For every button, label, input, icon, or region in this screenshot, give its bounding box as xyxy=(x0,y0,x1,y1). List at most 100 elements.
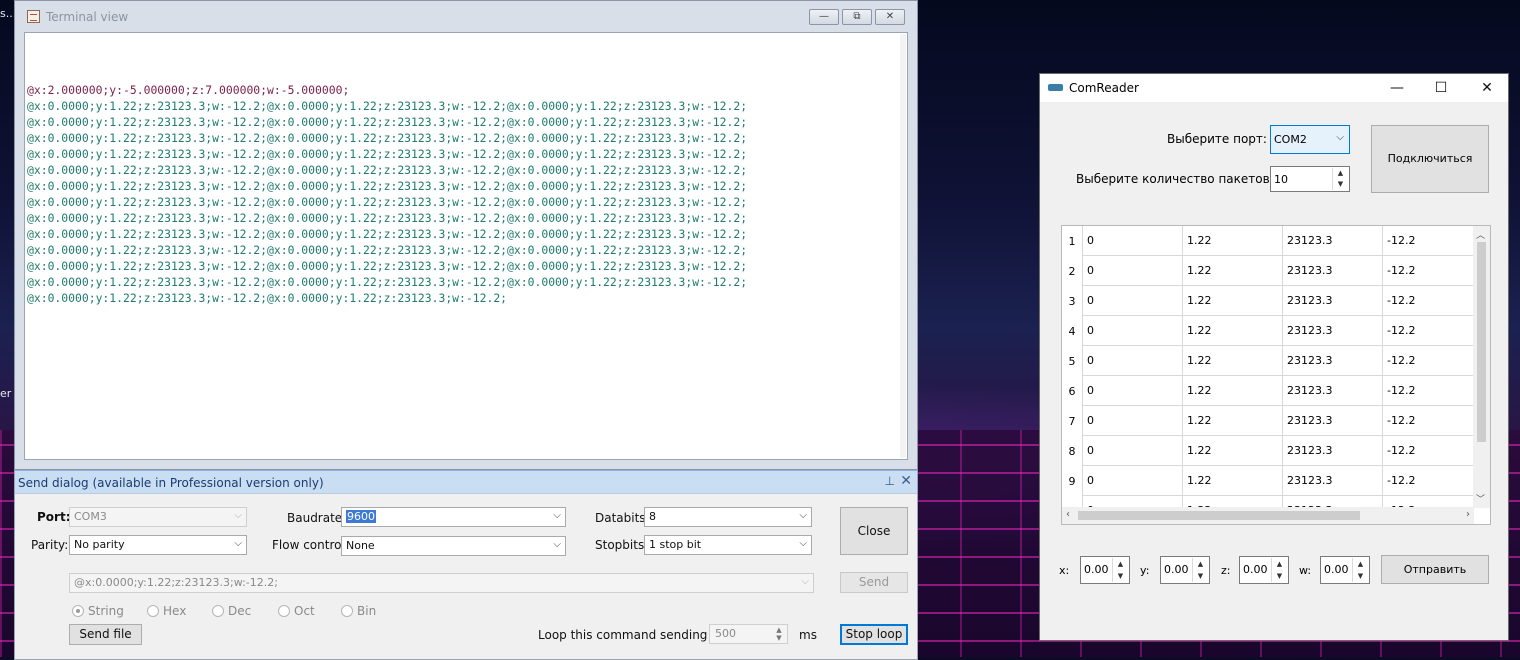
table-cell-w[interactable]: -12.2 xyxy=(1382,406,1474,436)
table-cell-y[interactable]: 1.22 xyxy=(1182,256,1282,286)
pin-icon[interactable]: ⊥ xyxy=(885,474,895,488)
stopbits-select[interactable]: 1 stop bit ⌵ xyxy=(644,535,812,555)
z-input[interactable]: 0.00 ▲ ▼ xyxy=(1239,556,1289,584)
packets-input[interactable]: 10 ▲ ▼ xyxy=(1270,166,1350,192)
scroll-down-icon[interactable]: ﹀ xyxy=(1476,492,1485,505)
comreader-titlebar[interactable]: ComReader — ☐ ✕ xyxy=(1040,74,1508,102)
parity-select[interactable]: No parity ⌵ xyxy=(69,535,247,555)
table-cell-x[interactable]: 0 xyxy=(1082,436,1182,466)
connect-button[interactable]: Подключиться xyxy=(1371,125,1489,193)
table-cell-y[interactable]: 1.22 xyxy=(1182,406,1282,436)
loop-interval-input[interactable]: 500 ▲ ▼ xyxy=(709,624,788,644)
data-table[interactable]: 1 0 1.22 23123.3 -12.2 2 0 1.22 23123.3 -12.2 3 0 1.… xyxy=(1061,225,1491,525)
radio-dec[interactable]: Dec xyxy=(212,604,251,618)
table-cell-z[interactable]: 23123.3 xyxy=(1282,226,1382,256)
send-values-button[interactable]: Отправить xyxy=(1381,555,1489,584)
scroll-right-icon[interactable]: › xyxy=(1466,509,1470,520)
stop-loop-button[interactable]: Stop loop xyxy=(840,624,908,645)
table-cell-w[interactable]: -12.2 xyxy=(1382,256,1474,286)
y-input[interactable]: 0.00 ▲ ▼ xyxy=(1160,556,1210,584)
spin-arrows-icon[interactable]: ▲ ▼ xyxy=(1332,168,1348,190)
scroll-left-icon[interactable]: ‹ xyxy=(1066,509,1070,520)
table-cell-z[interactable]: 23123.3 xyxy=(1282,466,1382,496)
scroll-thumb[interactable] xyxy=(1078,511,1360,520)
close-button[interactable]: ✕ xyxy=(875,9,905,25)
port-select[interactable]: COM3 ⌵ xyxy=(69,507,247,527)
send-button[interactable]: Send xyxy=(840,572,908,593)
spin-arrows-icon[interactable]: ▲ ▼ xyxy=(772,626,786,642)
parity-value: No parity xyxy=(74,538,125,551)
table-cell-y[interactable]: 1.22 xyxy=(1182,436,1282,466)
table-row[interactable]: 4 0 1.22 23123.3 -12.2 xyxy=(1062,316,1474,346)
table-horizontal-scrollbar[interactable]: ‹ › xyxy=(1062,507,1474,524)
table-row[interactable]: 7 0 1.22 23123.3 -12.2 xyxy=(1062,406,1474,436)
table-cell-z[interactable]: 23123.3 xyxy=(1282,286,1382,316)
table-cell-x[interactable]: 0 xyxy=(1082,376,1182,406)
table-cell-w[interactable]: -12.2 xyxy=(1382,436,1474,466)
table-cell-y[interactable]: 1.22 xyxy=(1182,226,1282,256)
table-cell-w[interactable]: -12.2 xyxy=(1382,346,1474,376)
radio-oct[interactable]: Oct xyxy=(278,604,315,618)
spin-arrows-icon[interactable]: ▲ ▼ xyxy=(1271,558,1287,582)
close-icon[interactable]: ✕ xyxy=(900,473,912,489)
desktop-icon-label[interactable]: er xyxy=(0,387,11,400)
radio-bin[interactable]: Bin xyxy=(341,604,376,618)
table-cell-x[interactable]: 0 xyxy=(1082,466,1182,496)
table-cell-w[interactable]: -12.2 xyxy=(1382,286,1474,316)
terminal-scrollbar[interactable] xyxy=(900,34,906,458)
table-row[interactable]: 8 0 1.22 23123.3 -12.2 xyxy=(1062,436,1474,466)
spin-arrows-icon[interactable]: ▲ ▼ xyxy=(1352,558,1368,582)
minimize-button[interactable]: — xyxy=(809,9,839,25)
radio-hex[interactable]: Hex xyxy=(147,604,186,618)
table-cell-x[interactable]: 0 xyxy=(1082,256,1182,286)
table-cell-y[interactable]: 1.22 xyxy=(1182,346,1282,376)
terminal-titlebar[interactable]: Terminal view — ⧉ ✕ xyxy=(15,1,917,33)
spin-arrows-icon[interactable]: ▲ ▼ xyxy=(1112,558,1128,582)
table-cell-x[interactable]: 0 xyxy=(1082,346,1182,376)
table-cell-z[interactable]: 23123.3 xyxy=(1282,316,1382,346)
table-cell-w[interactable]: -12.2 xyxy=(1382,376,1474,406)
spin-arrows-icon[interactable]: ▲ ▼ xyxy=(1192,558,1208,582)
table-cell-y[interactable]: 1.22 xyxy=(1182,316,1282,346)
table-row[interactable]: 9 0 1.22 23123.3 -12.2 xyxy=(1062,466,1474,496)
table-row[interactable]: 6 0 1.22 23123.3 -12.2 xyxy=(1062,376,1474,406)
x-input[interactable]: 0.00 ▲ ▼ xyxy=(1080,556,1130,584)
table-vertical-scrollbar[interactable]: ︿ ﹀ xyxy=(1473,226,1490,508)
table-cell-w[interactable]: -12.2 xyxy=(1382,316,1474,346)
scroll-thumb[interactable] xyxy=(1477,242,1486,442)
terminal-line: @x:0.0000;y:1.22;z:23123.3;w:-12.2;@x:0.… xyxy=(27,131,748,145)
send-file-button[interactable]: Send file xyxy=(69,624,142,645)
table-cell-y[interactable]: 1.22 xyxy=(1182,466,1282,496)
table-cell-z[interactable]: 23123.3 xyxy=(1282,406,1382,436)
command-input[interactable]: @x:0.0000;y:1.22;z:23123.3;w:-12.2; ⌵ xyxy=(69,573,814,593)
close-dialog-button[interactable]: Close xyxy=(840,507,908,555)
terminal-output[interactable]: @x:2.000000;y:-5.000000;z:7.000000;w:-5.… xyxy=(24,32,908,460)
radio-string[interactable]: String xyxy=(72,604,124,618)
scroll-up-icon[interactable]: ︿ xyxy=(1476,228,1485,241)
table-cell-z[interactable]: 23123.3 xyxy=(1282,256,1382,286)
table-cell-y[interactable]: 1.22 xyxy=(1182,286,1282,316)
table-row[interactable]: 5 0 1.22 23123.3 -12.2 xyxy=(1062,346,1474,376)
flow-control-select[interactable]: None ⌵ xyxy=(341,536,566,556)
table-cell-z[interactable]: 23123.3 xyxy=(1282,436,1382,466)
w-input[interactable]: 0.00 ▲ ▼ xyxy=(1320,556,1370,584)
baudrate-select[interactable]: 9600 ⌵ xyxy=(341,507,566,527)
close-button[interactable]: ✕ xyxy=(1472,78,1502,98)
minimize-button[interactable]: — xyxy=(1382,78,1412,98)
table-cell-x[interactable]: 0 xyxy=(1082,286,1182,316)
table-cell-w[interactable]: -12.2 xyxy=(1382,466,1474,496)
table-cell-x[interactable]: 0 xyxy=(1082,316,1182,346)
table-cell-x[interactable]: 0 xyxy=(1082,406,1182,436)
restore-button[interactable]: ⧉ xyxy=(842,9,872,25)
table-cell-z[interactable]: 23123.3 xyxy=(1282,376,1382,406)
port-select[interactable]: COM2 ⌵ xyxy=(1270,125,1350,154)
table-cell-y[interactable]: 1.22 xyxy=(1182,376,1282,406)
databits-select[interactable]: 8 ⌵ xyxy=(644,507,812,527)
maximize-button[interactable]: ☐ xyxy=(1426,78,1456,98)
table-row[interactable]: 2 0 1.22 23123.3 -12.2 xyxy=(1062,256,1474,286)
table-cell-x[interactable]: 0 xyxy=(1082,226,1182,256)
table-cell-w[interactable]: -12.2 xyxy=(1382,226,1474,256)
table-row[interactable]: 1 0 1.22 23123.3 -12.2 xyxy=(1062,226,1474,256)
table-cell-z[interactable]: 23123.3 xyxy=(1282,346,1382,376)
table-row[interactable]: 3 0 1.22 23123.3 -12.2 xyxy=(1062,286,1474,316)
